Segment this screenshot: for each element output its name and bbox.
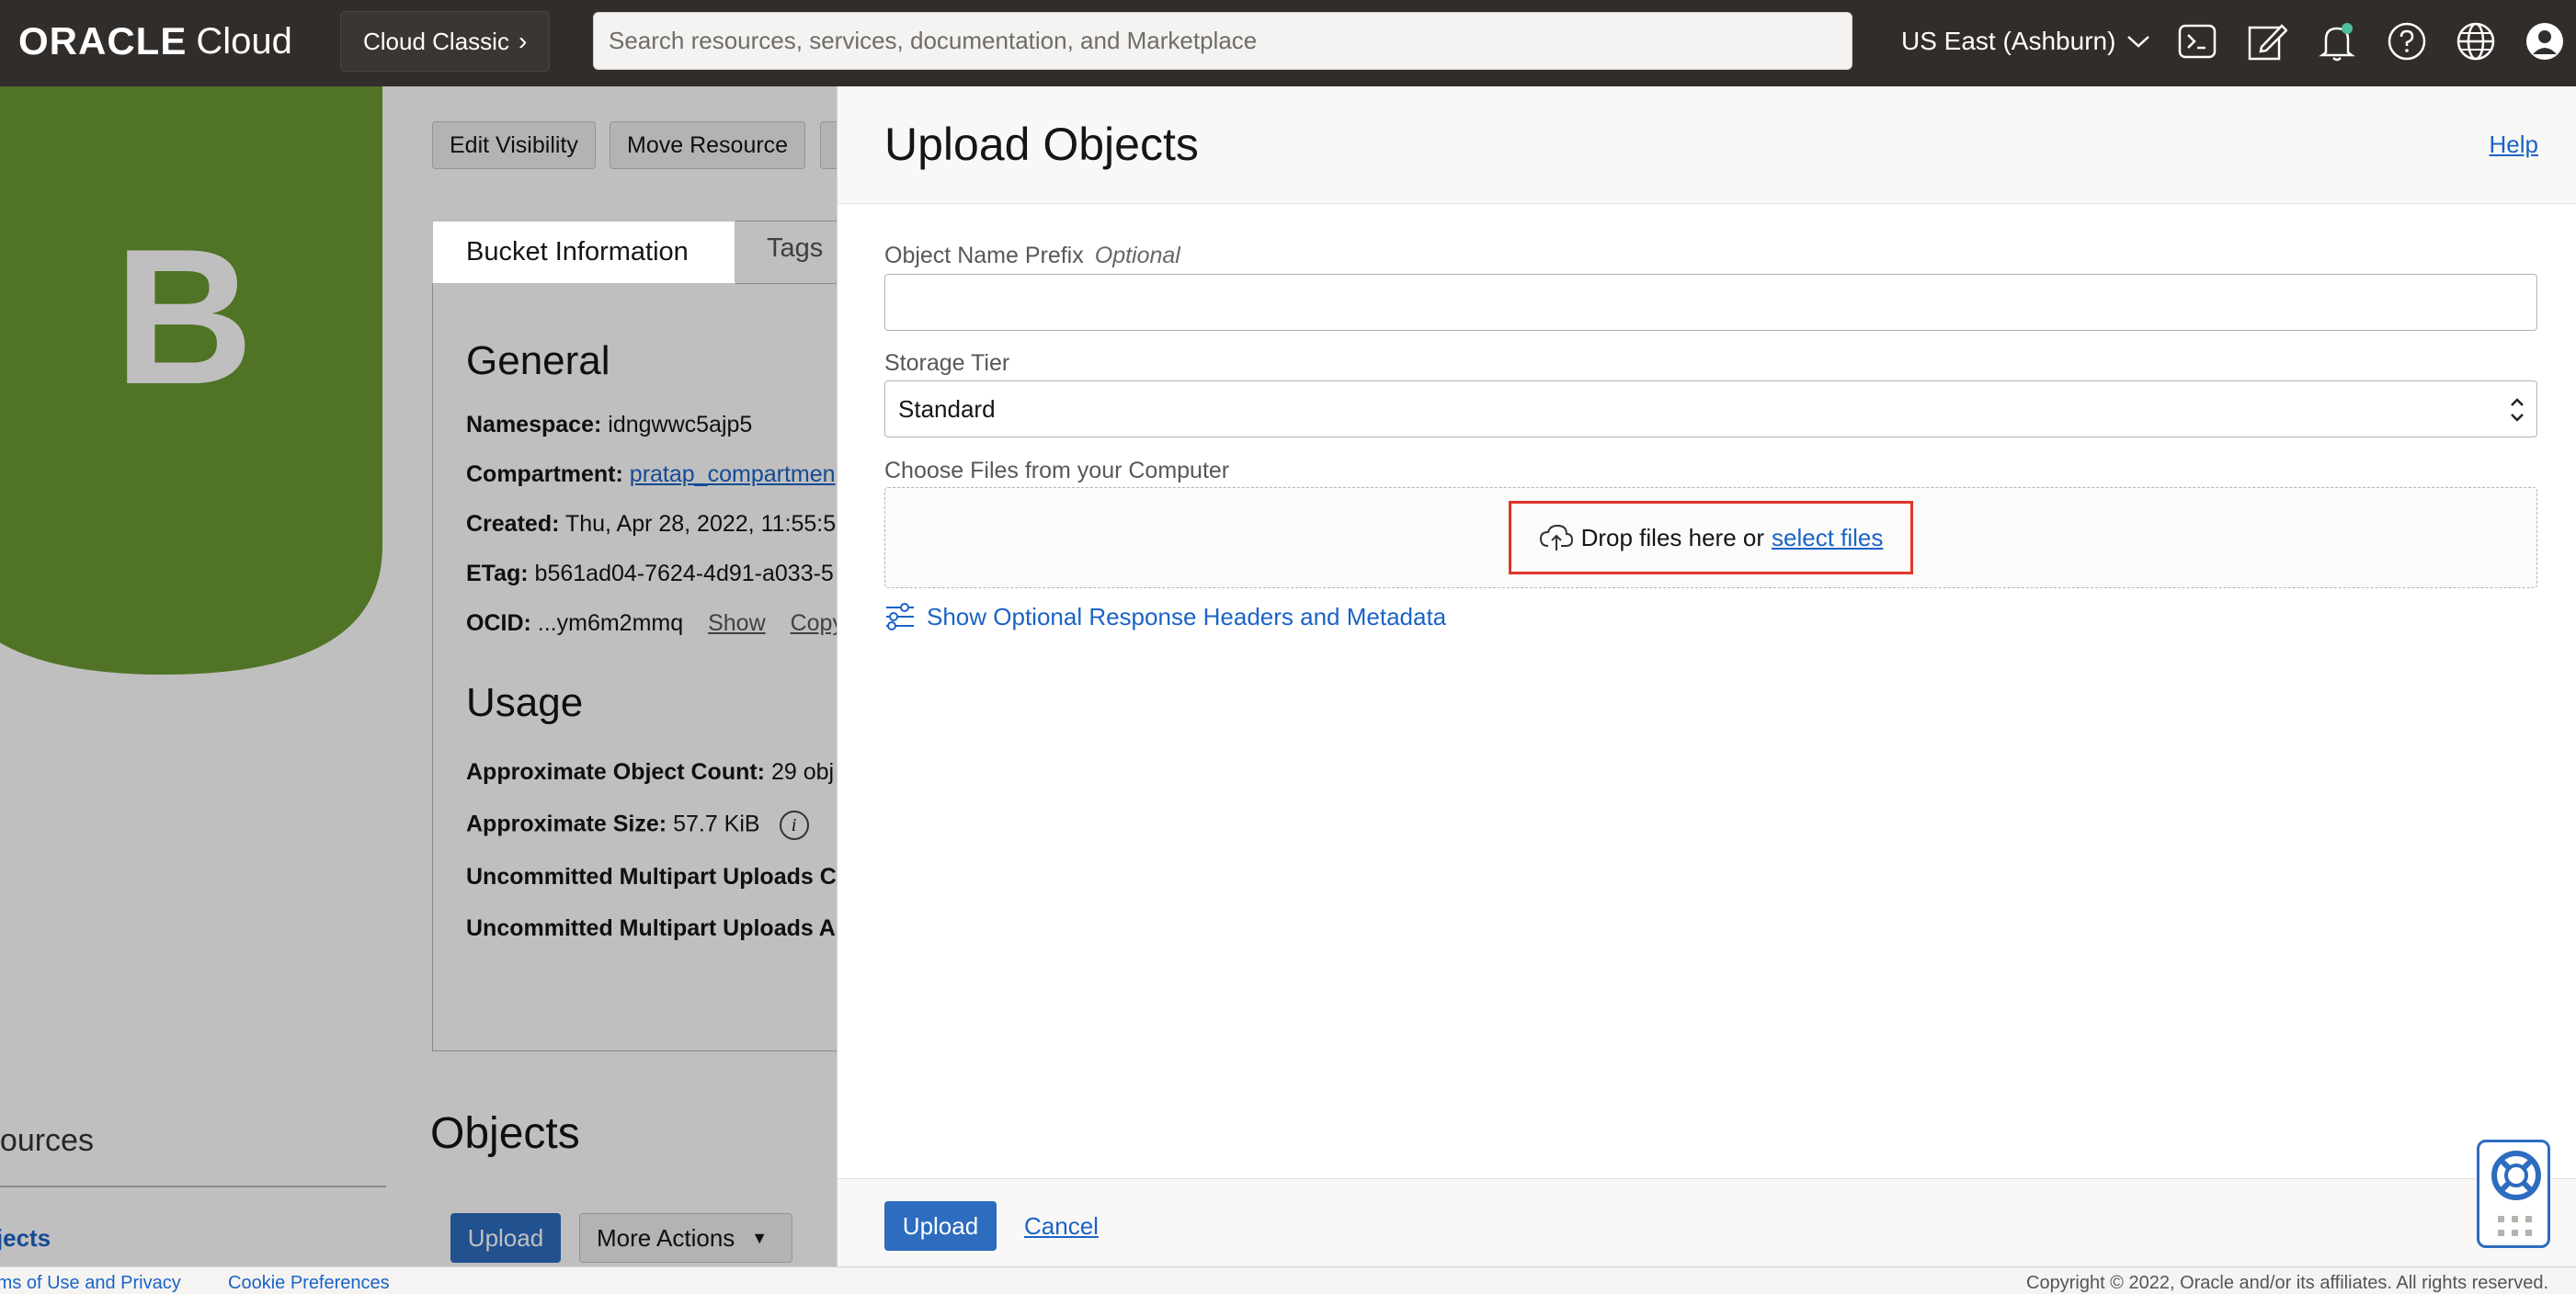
select-files-link[interactable]: select files bbox=[1772, 524, 1883, 552]
file-drop-zone[interactable]: Drop files here or select files bbox=[884, 487, 2537, 588]
select-arrows-icon bbox=[2511, 398, 2524, 422]
support-lifebuoy-icon bbox=[2491, 1151, 2541, 1200]
edit-icon[interactable] bbox=[2245, 19, 2289, 63]
notification-bell-icon[interactable] bbox=[2315, 19, 2359, 63]
drawer-footer: Upload Cancel bbox=[838, 1178, 2576, 1266]
logo-cloud-text: Cloud bbox=[196, 20, 292, 62]
object-name-prefix-input[interactable] bbox=[884, 274, 2537, 331]
cloud-shell-icon[interactable] bbox=[2175, 19, 2219, 63]
grid-dots-icon bbox=[2498, 1216, 2532, 1236]
copyright-text: Copyright © 2022, Oracle and/or its affi… bbox=[2026, 1273, 2548, 1293]
cloud-classic-button[interactable]: Cloud Classic › bbox=[340, 11, 550, 72]
object-name-prefix-label: Object Name Prefix Optional bbox=[884, 243, 1180, 269]
search-input[interactable] bbox=[609, 27, 1852, 55]
help-link[interactable]: Help bbox=[2490, 131, 2538, 159]
top-navigation-bar: ORACLE Cloud Cloud Classic › US East (As… bbox=[0, 0, 2576, 86]
region-label: US East (Ashburn) bbox=[1901, 27, 2116, 55]
global-search[interactable] bbox=[593, 12, 1852, 70]
storage-tier-select[interactable]: Standard bbox=[884, 380, 2537, 437]
help-icon[interactable] bbox=[2385, 19, 2429, 63]
cancel-button[interactable]: Cancel bbox=[1024, 1212, 1099, 1241]
region-selector[interactable]: US East (Ashburn) bbox=[1901, 18, 2150, 64]
cloud-classic-label: Cloud Classic bbox=[363, 27, 509, 55]
oracle-cloud-logo[interactable]: ORACLE Cloud bbox=[18, 18, 292, 64]
drop-files-highlight: Drop files here or select files bbox=[1509, 501, 1913, 574]
optional-headers-link[interactable]: Show Optional Response Headers and Metad… bbox=[884, 601, 1446, 632]
drop-files-text: Drop files here or bbox=[1580, 523, 1765, 551]
settings-sliders-icon bbox=[886, 603, 914, 630]
prefix-label-text: Object Name Prefix bbox=[884, 243, 1084, 268]
choose-files-label: Choose Files from your Computer bbox=[884, 458, 1230, 483]
optional-label: Optional bbox=[1094, 243, 1180, 268]
drawer-title: Upload Objects bbox=[884, 119, 1199, 170]
drawer-header: Upload Objects Help bbox=[838, 86, 2576, 204]
upload-cloud-icon bbox=[1539, 524, 1573, 551]
storage-tier-value: Standard bbox=[898, 394, 996, 423]
tab-bucket-information[interactable]: Bucket Information bbox=[432, 221, 735, 283]
cookie-preferences-link[interactable]: Cookie Preferences bbox=[228, 1273, 390, 1294]
terms-link[interactable]: rms of Use and Privacy bbox=[0, 1273, 181, 1294]
upload-button[interactable]: Upload bbox=[884, 1201, 997, 1251]
chevron-right-icon: › bbox=[518, 27, 528, 55]
language-globe-icon[interactable] bbox=[2454, 19, 2498, 63]
user-avatar-icon[interactable] bbox=[2523, 19, 2567, 63]
storage-tier-label: Storage Tier bbox=[884, 350, 1010, 376]
support-widget[interactable] bbox=[2477, 1140, 2550, 1248]
logo-oracle-text: ORACLE bbox=[18, 19, 188, 62]
optional-headers-label: Show Optional Response Headers and Metad… bbox=[927, 602, 1447, 630]
upload-objects-drawer: Upload Objects Help Object Name Prefix Op… bbox=[837, 86, 2576, 1266]
chevron-down-icon bbox=[2127, 36, 2150, 48]
page-footer: rms of Use and Privacy Cookie Preference… bbox=[0, 1266, 2576, 1294]
